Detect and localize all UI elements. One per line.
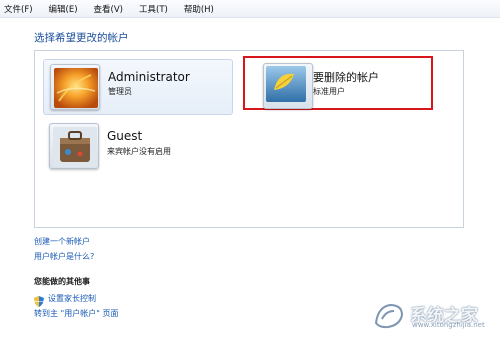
account-name: 要删除的帐户 <box>313 71 379 84</box>
menu-tools[interactable]: 工具(T) <box>139 3 168 15</box>
page-title: 选择希望更改的帐户 <box>34 32 129 44</box>
account-administrator[interactable]: Administrator 管理员 <box>43 59 233 115</box>
menu-view[interactable]: 查看(V) <box>94 3 123 15</box>
guest-suitcase-icon <box>49 123 99 169</box>
account-name: Administrator <box>108 70 190 84</box>
account-name: Guest <box>107 129 143 143</box>
create-account-link[interactable]: 创建一个新帐户 <box>34 236 90 247</box>
menu-edit[interactable]: 编辑(E) <box>49 3 78 15</box>
site-logo-icon <box>374 303 404 329</box>
parental-controls-link[interactable]: 设置家长控制 <box>48 293 96 304</box>
watermark-url: www.xitongzhijia.net <box>412 321 485 329</box>
menu-file[interactable]: 文件(F) <box>4 3 33 15</box>
shield-icon <box>34 292 44 307</box>
leaf-avatar-icon <box>263 63 313 109</box>
account-guest[interactable]: Guest 来宾帐户没有启用 <box>49 119 239 175</box>
menu-bar: 文件(F) 编辑(E) 查看(V) 工具(T) 帮助(H) <box>0 0 500 18</box>
account-to-delete[interactable]: 要删除的帐户 标准用户 <box>261 59 421 115</box>
accounts-panel: Administrator 管理员 要删除的帐户 标准用户 Guest 来宾帐户… <box>34 50 464 228</box>
menu-help[interactable]: 帮助(H) <box>184 3 214 15</box>
account-role: 管理员 <box>108 87 132 96</box>
goto-user-accounts-link[interactable]: 转到主 "用户帐户" 页面 <box>34 308 118 319</box>
other-tasks-heading: 您能做的其他事 <box>34 277 90 286</box>
account-role: 标准用户 <box>313 87 345 96</box>
account-role: 来宾帐户没有启用 <box>107 147 171 156</box>
watermark: 系统之家 www.xitongzhijia.net <box>372 301 492 331</box>
what-is-account-link[interactable]: 用户帐户是什么? <box>34 251 94 262</box>
administrator-avatar-icon <box>50 64 100 110</box>
